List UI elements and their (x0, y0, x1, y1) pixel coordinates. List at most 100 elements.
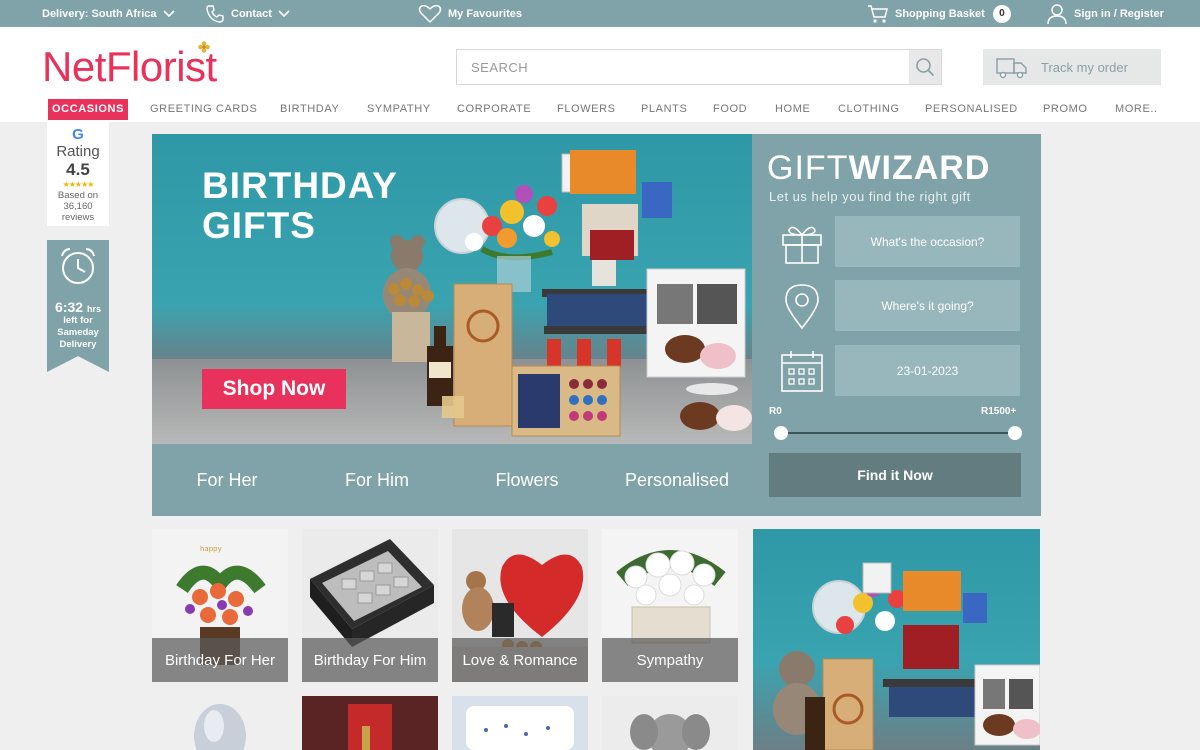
delivery-truck-icon (996, 58, 1027, 79)
rating-label: Rating (56, 143, 100, 160)
mug-image (452, 696, 588, 750)
nav-home[interactable]: HOME (775, 99, 810, 120)
alarm-clock-icon (61, 248, 95, 284)
rating-score: 4.5 (66, 160, 90, 179)
based-on-text: Based on (57, 190, 99, 201)
promo-hamper-banner[interactable] (753, 529, 1040, 750)
delivery-country-selector[interactable]: Delivery: South Africa (42, 0, 175, 27)
google-rating-card[interactable]: G Rating 4.5 ★★★★★ Based on 36,160 revie… (47, 122, 109, 226)
link-for-him[interactable]: For Him (302, 470, 452, 491)
delivery-date-picker[interactable]: 23-01-2023 (835, 345, 1020, 396)
search-icon (916, 58, 935, 77)
main-nav: OCCASIONS GREETING CARDS BIRTHDAY SYMPAT… (0, 99, 1200, 121)
reviews-text: reviews (61, 212, 95, 223)
contact-menu[interactable]: Contact (205, 0, 290, 27)
elephant-plush-image (602, 696, 738, 750)
sameday-text: Sameday (57, 327, 99, 338)
signin-link[interactable]: Sign in / Register (1046, 0, 1164, 27)
price-range-max: R1500+ (981, 406, 1017, 417)
tile-sympathy[interactable]: Sympathy (602, 529, 738, 682)
track-order-label: Track my order (1041, 59, 1128, 75)
search-button[interactable] (909, 50, 941, 84)
svg-text:happy: happy (200, 545, 222, 553)
phone-icon (206, 4, 224, 23)
user-icon (1047, 3, 1067, 24)
nav-greeting-cards[interactable]: GREETING CARDS (150, 99, 257, 120)
hero-title-line2: GIFTS (202, 205, 316, 246)
hero-banner[interactable]: BIRTHDAY GIFTS Shop Now (152, 134, 752, 444)
link-for-her[interactable]: For Her (152, 470, 302, 491)
gift-icon (777, 216, 827, 268)
nav-sympathy[interactable]: SYMPATHY (367, 99, 431, 120)
nav-promo[interactable]: PROMO (1043, 99, 1088, 120)
nav-food[interactable]: FOOD (713, 99, 747, 120)
basket-label: Shopping Basket (895, 7, 985, 20)
favourites-label: My Favourites (448, 7, 522, 20)
review-count: 36,160 (63, 201, 93, 212)
tile-gift-box[interactable] (302, 696, 438, 750)
countdown-time: 6:32 hrs (55, 299, 101, 315)
search-input[interactable] (457, 50, 909, 84)
hero-title: BIRTHDAY GIFTS (202, 166, 398, 246)
nav-plants[interactable]: PLANTS (641, 99, 687, 120)
hero-category-links: For Her For Him Flowers Personalised (152, 444, 752, 516)
nav-birthday[interactable]: BIRTHDAY (280, 99, 339, 120)
track-order-button[interactable]: Track my order (983, 49, 1161, 85)
tile-love-romance[interactable]: Love & Romance (452, 529, 588, 682)
gift-wizard-subtitle: Let us help you find the right gift (769, 189, 971, 204)
tile-caption: Sympathy (602, 638, 738, 682)
destination-input[interactable]: Where's it going? (835, 280, 1020, 331)
nav-corporate[interactable]: CORPORATE (457, 99, 531, 120)
gift-wizard-panel: GIFTWIZARD Let us help you find the righ… (752, 134, 1041, 516)
nav-more[interactable]: MORE.. (1115, 99, 1158, 120)
nav-personalised[interactable]: PERSONALISED (925, 99, 1018, 120)
calendar-icon (777, 345, 827, 397)
nav-occasions[interactable]: OCCASIONS (48, 99, 129, 120)
netflorist-logo[interactable]: NetFlorist (42, 43, 217, 91)
chevron-down-icon (162, 9, 175, 17)
nav-flowers[interactable]: FLOWERS (557, 99, 616, 120)
left-for-text: left for (63, 315, 93, 326)
rating-based-on: Based on 36,160 reviews (47, 190, 109, 226)
location-pin-icon (777, 280, 827, 332)
logo-flower-icon (198, 41, 210, 53)
signin-label: Sign in / Register (1074, 7, 1164, 20)
price-range-max-handle[interactable] (1008, 426, 1022, 440)
nav-clothing[interactable]: CLOTHING (838, 99, 900, 120)
shop-now-button[interactable]: Shop Now (202, 369, 346, 409)
link-personalised[interactable]: Personalised (602, 470, 752, 491)
occasion-select[interactable]: What's the occasion? (835, 216, 1020, 267)
search-bar (456, 49, 942, 85)
top-bar: Delivery: South Africa Contact My Favour… (0, 0, 1200, 27)
tile-caption: Birthday For Her (152, 638, 288, 682)
cart-icon (868, 4, 888, 23)
delivery-text: Delivery (59, 339, 97, 350)
tile-mug[interactable] (452, 696, 588, 750)
price-range-min-handle[interactable] (774, 426, 788, 440)
site-header: NetFlorist Track my order OCCASIONS GREE… (0, 27, 1200, 122)
google-icon: G (72, 126, 84, 143)
link-flowers[interactable]: Flowers (452, 470, 602, 491)
gift-wizard-title: GIFTWIZARD (767, 149, 991, 187)
hamper-promo-image (773, 562, 1040, 750)
favourites-link[interactable]: My Favourites (418, 0, 522, 27)
chevron-down-icon (278, 9, 290, 17)
heart-icon (418, 4, 442, 23)
tile-caption: Birthday For Him (302, 638, 438, 682)
basket-count-badge: 0 (992, 4, 1011, 23)
sameday-delivery-ribbon: 6:32 hrs left for Sameday Delivery (47, 240, 109, 372)
shopping-basket-link[interactable]: Shopping Basket 0 (867, 0, 1011, 27)
tile-plush-elephant[interactable] (602, 696, 738, 750)
rating-stars-icon: ★★★★★ (62, 180, 95, 189)
price-range-track (781, 432, 1015, 434)
contact-label: Contact (231, 7, 272, 20)
price-range-min: R0 (769, 406, 782, 417)
tile-birthday-for-her[interactable]: happy Birthday For Her (152, 529, 288, 682)
hero-title-line1: BIRTHDAY (202, 165, 398, 206)
tile-caption: Love & Romance (452, 638, 588, 682)
tile-birthday-for-him[interactable]: Birthday For Him (302, 529, 438, 682)
tile-balloon[interactable] (152, 696, 288, 750)
delivery-label: Delivery: South Africa (42, 7, 157, 20)
find-it-now-button[interactable]: Find it Now (769, 453, 1021, 497)
red-gift-box-image (302, 696, 438, 750)
